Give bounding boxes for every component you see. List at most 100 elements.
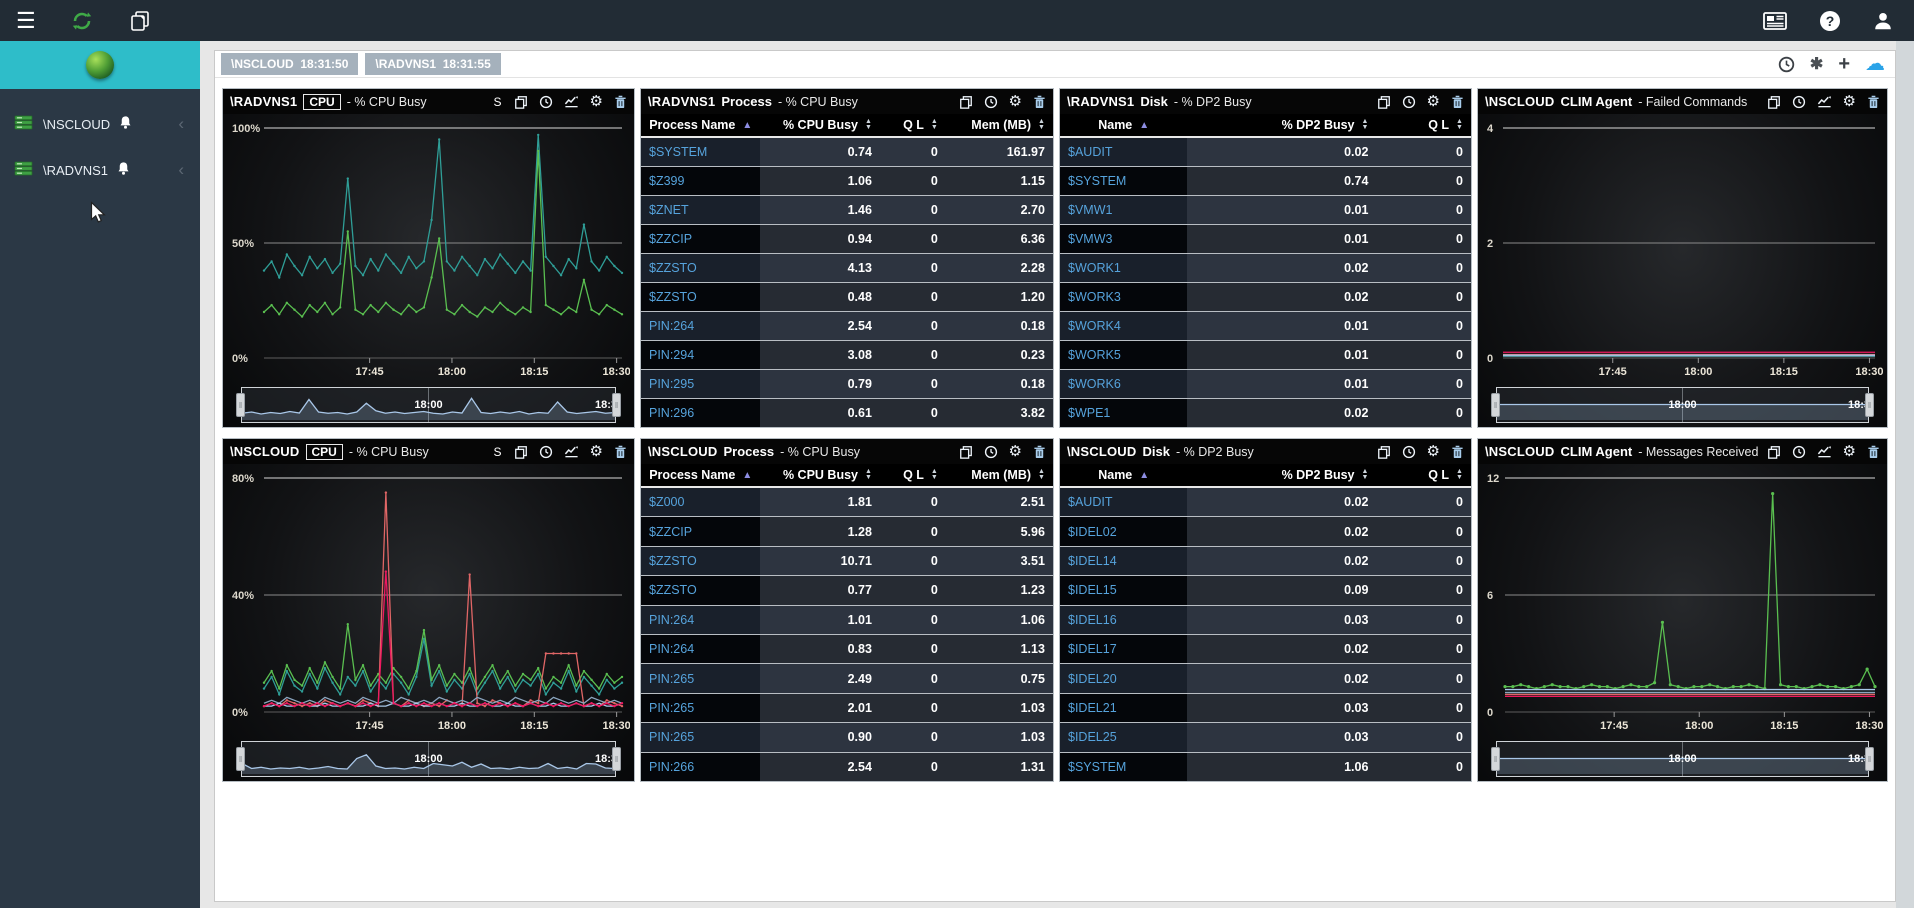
sidebar-item-nscloud[interactable]: \NSCLOUD ‹ [0, 101, 200, 147]
gear-icon[interactable]: ⚙ [1009, 94, 1022, 109]
clock-icon[interactable] [984, 445, 998, 459]
table-row[interactable]: $IDEL02 0.02 0 [1060, 517, 1471, 547]
column-header-dp2-busy[interactable]: % DP2 Busy ▲ ▼ [1187, 118, 1376, 132]
trash-icon[interactable] [614, 95, 627, 109]
table-row[interactable]: $ZZSTO 10.71 0 3.51 [641, 546, 1053, 577]
time-range-selector[interactable]: ‖ ‖ 18:00 18:3 [1491, 741, 1874, 777]
table-row[interactable]: $IDEL15 0.09 0 [1060, 576, 1471, 606]
table-row[interactable]: $WORK4 0.01 0 [1060, 312, 1471, 341]
news-icon[interactable] [1762, 11, 1788, 31]
table-row[interactable]: PIN:265 2.49 0 0.75 [641, 664, 1053, 694]
column-header-ql[interactable]: Q L ▲ ▼ [1376, 118, 1471, 132]
table-row[interactable]: $VMW1 0.01 0 [1060, 196, 1471, 225]
legend-item[interactable]: $ZZCIP.N1002581 [1552, 781, 1668, 782]
chart-legend[interactable]: 00 01 [227, 423, 630, 428]
column-header-name[interactable]: Name ▲ [1060, 468, 1187, 482]
copy-icon[interactable] [514, 445, 528, 459]
table-row[interactable]: $AUDIT 0.02 0 [1060, 138, 1471, 167]
bell-icon[interactable] [116, 161, 131, 179]
column-header-name[interactable]: Name ▲ [1060, 118, 1187, 132]
time-range-selector[interactable]: ‖ ‖ 18:00 18:3 [236, 741, 621, 777]
trend-chart-icon[interactable] [564, 94, 579, 109]
table-row[interactable]: PIN:264 1.01 0 1.06 [641, 605, 1053, 636]
chart-legend[interactable]: $ZZCIP.N1002581$ZZCIP.N1002582$ZZCIP.S10… [1482, 777, 1883, 782]
pages-icon[interactable] [128, 9, 152, 33]
legend-item[interactable]: $ZZCIP.N1002582 [1697, 781, 1813, 782]
copy-icon[interactable] [1767, 445, 1781, 459]
cpu-badge[interactable]: CPU [303, 93, 341, 110]
cpu-badge[interactable]: CPU [305, 443, 343, 460]
legend-item[interactable]: 05 [575, 781, 613, 782]
tab-radvns1[interactable]: \RADVNS1 18:31:55 [365, 53, 501, 75]
legend-item[interactable]: 00 [376, 427, 414, 428]
copy-icon[interactable] [1377, 95, 1391, 109]
range-handle-left[interactable]: ‖ [236, 747, 245, 771]
range-handle-right[interactable]: ‖ [1865, 393, 1874, 417]
range-handle-left[interactable]: ‖ [1491, 393, 1500, 417]
tab-nscloud[interactable]: \NSCLOUD 18:31:50 [221, 53, 359, 75]
table-row[interactable]: PIN:266 2.54 0 1.31 [641, 752, 1053, 781]
trash-icon[interactable] [1867, 445, 1880, 459]
clock-icon[interactable] [984, 95, 998, 109]
table-row[interactable]: $IDEL21 0.03 0 [1060, 693, 1471, 724]
globe-icon[interactable] [86, 51, 114, 79]
trend-chart-icon[interactable] [564, 444, 579, 459]
table-row[interactable]: $IDEL16 0.03 0 [1060, 605, 1471, 636]
summary-toggle[interactable]: S [494, 95, 502, 109]
table-row[interactable]: $SYSTEM 0.74 0 [1060, 167, 1471, 196]
legend-item[interactable]: 01 [310, 781, 348, 782]
table-row[interactable]: PIN:296 0.61 0 3.82 [641, 399, 1053, 427]
table-row[interactable]: PIN:264 0.83 0 1.13 [641, 635, 1053, 665]
table-row[interactable]: $IDEL17 0.02 0 [1060, 635, 1471, 665]
legend-item[interactable]: 02 [376, 781, 414, 782]
range-handle-left[interactable]: ‖ [1491, 747, 1500, 771]
gear-icon[interactable]: ⚙ [590, 444, 603, 459]
table-row[interactable]: $ZZCIP 1.28 0 5.96 [641, 517, 1053, 547]
copy-icon[interactable] [1377, 445, 1391, 459]
table-row[interactable]: PIN:264 2.54 0 0.18 [641, 312, 1053, 341]
refresh-icon[interactable] [70, 9, 94, 33]
trash-icon[interactable] [1033, 445, 1046, 459]
chevron-left-icon[interactable]: ‹ [178, 160, 184, 180]
table-row[interactable]: $IDEL25 0.03 0 [1060, 723, 1471, 753]
legend-item[interactable]: 03 [443, 781, 481, 782]
gear-icon[interactable]: ⚙ [1843, 94, 1856, 109]
column-header-ql[interactable]: Q L ▲ ▼ [1376, 468, 1471, 482]
range-handle-left[interactable]: ‖ [236, 393, 245, 417]
table-row[interactable]: $IDEL20 0.02 0 [1060, 664, 1471, 694]
chevron-left-icon[interactable]: ‹ [178, 114, 184, 134]
copy-icon[interactable] [1767, 95, 1781, 109]
sidebar-item-radvns1[interactable]: \RADVNS1 ‹ [0, 147, 200, 193]
time-range-selector[interactable]: ‖ ‖ 18:00 18:3 [1491, 387, 1874, 423]
table-row[interactable]: $WORK3 0.02 0 [1060, 283, 1471, 312]
table-row[interactable]: $WORK5 0.01 0 [1060, 341, 1471, 370]
column-header-cpu-busy[interactable]: % CPU Busy ▲ ▼ [760, 468, 879, 482]
table-row[interactable]: $IDEL14 0.02 0 [1060, 546, 1471, 577]
history-clock-icon[interactable] [1778, 56, 1795, 73]
column-header-mem[interactable]: Mem (MB) ▲ ▼ [946, 118, 1053, 132]
trash-icon[interactable] [1867, 95, 1880, 109]
table-row[interactable]: $VMW3 0.01 0 [1060, 225, 1471, 254]
gear-icon[interactable]: ⚙ [1427, 444, 1440, 459]
clock-icon[interactable] [1792, 445, 1806, 459]
gear-icon[interactable]: ⚙ [1009, 444, 1022, 459]
column-header-mem[interactable]: Mem (MB) ▲ ▼ [946, 468, 1053, 482]
legend-item[interactable]: 00 [244, 781, 282, 782]
table-row[interactable]: $Z000 1.81 0 2.51 [641, 488, 1053, 518]
chart-legend[interactable]: 00 01 02 03 04 05 [227, 777, 630, 782]
table-row[interactable]: $SYSTEM 1.06 0 [1060, 752, 1471, 781]
column-header-ql[interactable]: Q L ▲ ▼ [880, 468, 946, 482]
gear-icon[interactable]: ⚙ [1427, 94, 1440, 109]
column-header-ql[interactable]: Q L ▲ ▼ [880, 118, 946, 132]
range-handle-right[interactable]: ‖ [1865, 747, 1874, 771]
copy-icon[interactable] [959, 95, 973, 109]
table-row[interactable]: PIN:265 2.01 0 1.03 [641, 693, 1053, 724]
table-row[interactable]: PIN:295 0.79 0 0.18 [641, 370, 1053, 399]
trash-icon[interactable] [1451, 95, 1464, 109]
table-row[interactable]: PIN:294 3.08 0 0.23 [641, 341, 1053, 370]
table-row[interactable]: $ZZSTO 0.77 0 1.23 [641, 576, 1053, 606]
bell-icon[interactable] [118, 115, 133, 133]
legend-item[interactable]: 01 [443, 427, 481, 428]
clock-icon[interactable] [1402, 95, 1416, 109]
user-icon[interactable] [1872, 10, 1894, 32]
